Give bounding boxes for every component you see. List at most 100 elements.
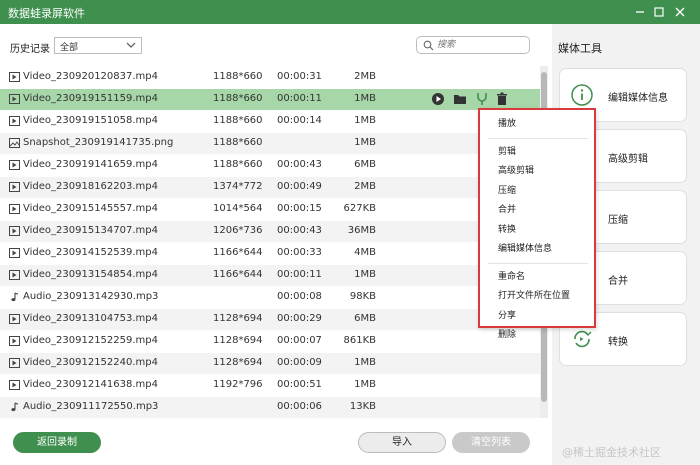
maximize-icon[interactable] [651, 4, 667, 20]
file-duration: 00:00:31 [277, 71, 322, 82]
file-duration: 00:00:15 [277, 203, 322, 214]
title-bar: 数据蛙录屏软件 [0, 0, 700, 24]
history-panel: 历史记录 全部 Video_230920120837.mp4 1188*660 00… [0, 24, 552, 465]
file-duration: 00:00:11 [277, 269, 322, 280]
file-duration: 00:00:51 [277, 379, 322, 390]
media-tools-title: 媒体工具 [558, 42, 602, 55]
menu-item[interactable]: 播放 [498, 116, 516, 129]
file-name: Snapshot_230919141735.png [23, 137, 174, 148]
file-name: Video_230913154854.mp4 [23, 269, 158, 280]
menu-item[interactable]: 删除 [498, 327, 516, 340]
audio-file-icon [9, 292, 20, 302]
file-size: 98KB [349, 291, 376, 302]
back-to-record-button[interactable]: 返回录制 [13, 432, 101, 453]
delete-icon[interactable] [495, 92, 509, 106]
chevron-down-icon [126, 39, 136, 54]
file-row[interactable]: Audio_230913142930.mp3 00:00:08 98KB [0, 287, 540, 308]
import-button[interactable]: 导入 [358, 432, 446, 453]
watermark: @稀土掘金技术社区 [562, 446, 661, 459]
file-row[interactable]: Video_230913104753.mp4 1128*694 00:00:29 6M… [0, 309, 540, 330]
menu-item[interactable]: 打开文件所在位置 [498, 288, 570, 301]
file-size: 861KB [343, 335, 376, 346]
file-name: Video_230912152240.mp4 [23, 357, 158, 368]
file-resolution: 1014*564 [213, 203, 263, 214]
menu-item[interactable]: 高级剪辑 [498, 163, 534, 176]
video-file-icon [9, 94, 20, 104]
file-name: Audio_230913142930.mp3 [23, 291, 159, 302]
file-row[interactable]: Video_230912152259.mp4 1128*694 00:00:07 86… [0, 331, 540, 352]
menu-item[interactable]: 重命名 [498, 269, 525, 282]
file-resolution: 1188*660 [213, 137, 263, 148]
file-row[interactable]: Video_230919151058.mp4 1188*660 00:00:14 1M… [0, 111, 540, 132]
search-input[interactable] [437, 38, 525, 52]
menu-separator [488, 137, 588, 139]
file-name: Video_230918162203.mp4 [23, 181, 158, 192]
file-duration: 00:00:43 [277, 225, 322, 236]
file-name: Video_230919151058.mp4 [23, 115, 158, 126]
file-resolution: 1374*772 [213, 181, 263, 192]
file-row[interactable]: Video_230919141659.mp4 1188*660 00:00:43 6M… [0, 155, 540, 176]
file-size: 6MB [354, 313, 376, 324]
close-icon[interactable] [672, 4, 688, 20]
play-icon[interactable] [431, 92, 445, 106]
video-file-icon [9, 358, 20, 368]
file-row[interactable]: Video_230915145557.mp4 1014*564 00:00:15 62… [0, 199, 540, 220]
menu-item[interactable]: 编辑媒体信息 [498, 241, 552, 254]
menu-item[interactable]: 剪辑 [498, 144, 516, 157]
file-row[interactable]: Video_230915134707.mp4 1206*736 00:00:43 36… [0, 221, 540, 242]
file-row[interactable]: Video_230912152240.mp4 1128*694 00:00:09 1M… [0, 353, 540, 374]
minimize-icon[interactable] [632, 4, 648, 20]
file-size: 6MB [354, 159, 376, 170]
file-resolution: 1166*644 [213, 247, 263, 258]
file-resolution: 1188*660 [213, 115, 263, 126]
video-file-icon [9, 204, 20, 214]
file-size: 2MB [354, 181, 376, 192]
history-filter-select[interactable]: 全部 [54, 37, 142, 54]
file-resolution: 1188*660 [213, 71, 263, 82]
file-size: 1MB [354, 269, 376, 280]
file-resolution: 1128*694 [213, 335, 263, 346]
tool-label: 转换 [608, 337, 628, 348]
file-name: Video_230915145557.mp4 [23, 203, 158, 214]
menu-item[interactable]: 压缩 [498, 183, 516, 196]
file-duration: 00:00:14 [277, 115, 322, 126]
search-box[interactable] [416, 36, 530, 54]
tool-label: 合并 [608, 276, 628, 287]
info-icon [570, 83, 594, 107]
file-name: Video_230920120837.mp4 [23, 71, 158, 82]
tool-label: 高级剪辑 [608, 154, 648, 165]
file-name: Audio_230911172550.mp3 [23, 401, 159, 412]
video-file-icon [9, 270, 20, 280]
file-duration: 00:00:43 [277, 159, 322, 170]
file-duration: 00:00:09 [277, 357, 322, 368]
file-size: 1MB [354, 137, 376, 148]
file-duration: 00:00:49 [277, 181, 322, 192]
file-row[interactable]: Video_230914152539.mp4 1166*644 00:00:33 4M… [0, 243, 540, 264]
file-row[interactable]: Video_230919151159.mp4 1188*660 00:00:11 1M… [0, 89, 540, 110]
menu-item[interactable]: 转换 [498, 222, 516, 235]
file-row[interactable]: Video_230913154854.mp4 1166*644 00:00:11 1M… [0, 265, 540, 286]
file-resolution: 1188*660 [213, 159, 263, 170]
clear-list-button[interactable]: 清空列表 [452, 432, 530, 453]
file-size: 1MB [354, 379, 376, 390]
file-row[interactable]: Audio_230911172550.mp3 00:00:06 13KB [0, 397, 540, 418]
tool-label: 编辑媒体信息 [608, 93, 668, 104]
history-label: 历史记录 [10, 44, 50, 55]
file-row[interactable]: Video_230912141638.mp4 1192*796 00:00:51 1M… [0, 375, 540, 396]
file-row[interactable]: Video_230920120837.mp4 1188*660 00:00:31 2M… [0, 67, 540, 88]
convert-icon [570, 327, 594, 351]
file-resolution: 1166*644 [213, 269, 263, 280]
folder-icon[interactable] [453, 92, 467, 106]
menu-item[interactable]: 合并 [498, 202, 516, 215]
file-resolution: 1128*694 [213, 357, 263, 368]
file-row[interactable]: Snapshot_230919141735.png 1188*660 1MB [0, 133, 540, 154]
file-size: 1MB [354, 115, 376, 126]
menu-item[interactable]: 分享 [498, 308, 516, 321]
file-name: Video_230913104753.mp4 [23, 313, 158, 324]
file-size: 4MB [354, 247, 376, 258]
edit-tool-icon[interactable] [475, 92, 489, 106]
history-filter-value: 全部 [60, 43, 79, 53]
file-size: 36MB [347, 225, 376, 236]
tool-label: 压缩 [608, 215, 628, 226]
file-row[interactable]: Video_230918162203.mp4 1374*772 00:00:49 2M… [0, 177, 540, 198]
